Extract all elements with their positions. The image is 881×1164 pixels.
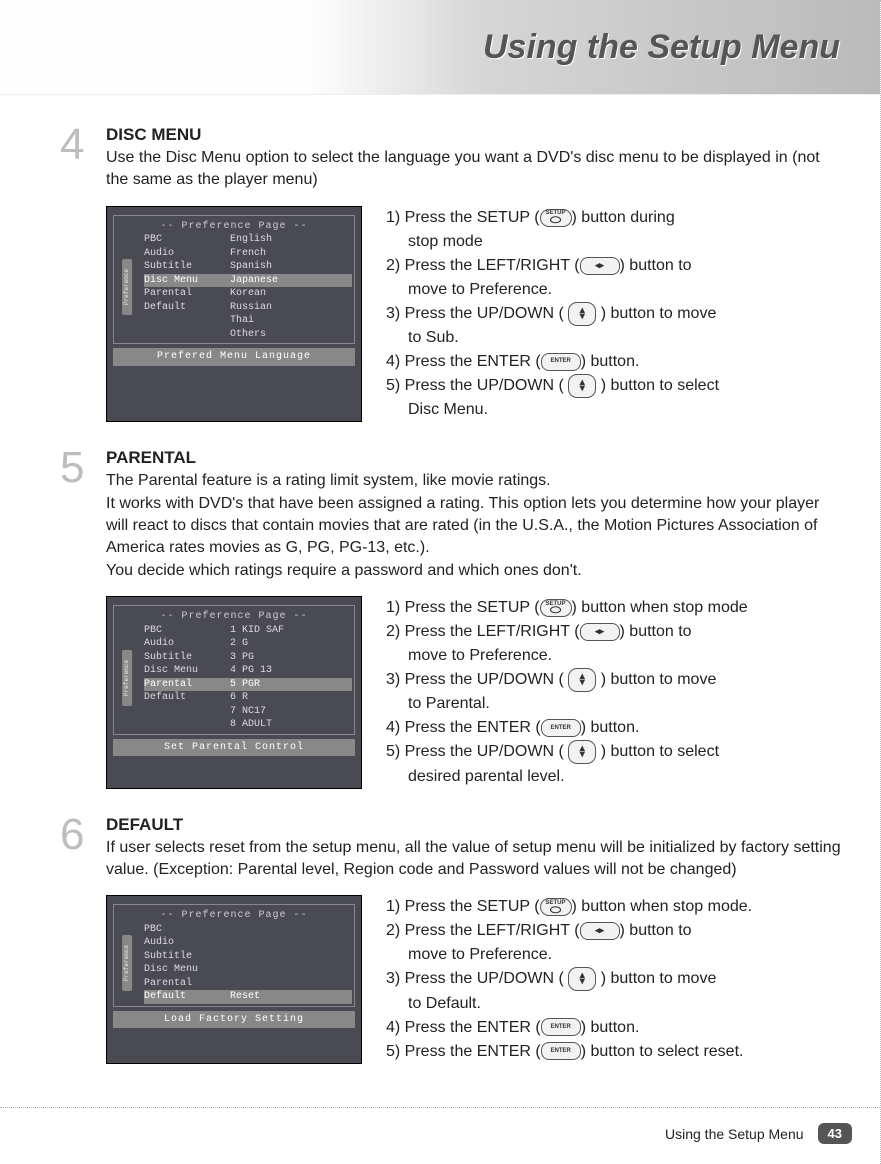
enter-button-icon [541,719,581,737]
setup-button-icon: ⬭ [540,599,572,617]
section-title: PARENTAL [106,448,844,468]
instruction-steps: 1) Press the SETUP (⬭) button when stop … [386,895,752,1063]
osd-header: -- Preference Page -- [116,610,352,624]
page-number: 43 [818,1123,852,1144]
header-bar: Using the Setup Menu [0,0,880,95]
section-disc-menu: 4 DISC MENU Use the Disc Menu option to … [60,125,844,430]
up-down-button-icon [568,740,596,764]
divider [0,1107,880,1108]
osd-footer: Prefered Menu Language [113,348,355,366]
setup-button-icon: ⬭ [540,898,572,916]
setup-button-icon: ⬭ [540,209,572,227]
osd-screenshot: -- Preference Page -- Preference PBC Aud… [106,895,362,1063]
osd-menu: PBC1 KID SAF Audio2 G Subtitle3 PG Disc … [138,624,352,732]
section-title: DEFAULT [106,815,844,835]
page-footer: Using the Setup Menu 43 [665,1123,852,1144]
up-down-button-icon [568,302,596,326]
section-parental: 5 PARENTAL The Parental feature is a rat… [60,448,844,796]
osd-footer: Load Factory Setting [113,1011,355,1029]
page: Using the Setup Menu 4 DISC MENU Use the… [0,0,881,1164]
step-number: 5 [60,448,106,796]
section-desc: The Parental feature is a rating limit s… [106,470,844,582]
osd-footer: Set Parental Control [113,739,355,757]
instruction-steps: 1) Press the SETUP (⬭) button during sto… [386,206,719,422]
left-right-button-icon [580,623,620,641]
osd-tab: Preference [122,650,132,706]
osd-tab: Preference [122,259,132,315]
up-down-button-icon [568,374,596,398]
section-default: 6 DEFAULT If user selects reset from the… [60,815,844,1072]
left-right-button-icon [580,922,620,940]
section-title: DISC MENU [106,125,844,145]
osd-header: -- Preference Page -- [116,909,352,923]
section-desc: Use the Disc Menu option to select the l… [106,147,844,192]
instruction-steps: 1) Press the SETUP (⬭) button when stop … [386,596,748,788]
step-number: 6 [60,815,106,1072]
enter-button-icon [541,353,581,371]
osd-menu: PBC Audio Subtitle Disc Menu Parental De… [138,923,352,1004]
footer-text: Using the Setup Menu [665,1126,804,1142]
left-right-button-icon [580,257,620,275]
page-title: Using the Setup Menu [483,28,840,67]
osd-header: -- Preference Page -- [116,220,352,234]
section-desc: If user selects reset from the setup men… [106,837,844,882]
osd-screenshot: -- Preference Page -- Preference PBCEngl… [106,206,362,422]
osd-screenshot: -- Preference Page -- Preference PBC1 KI… [106,596,362,788]
up-down-button-icon [568,967,596,991]
content-area: 4 DISC MENU Use the Disc Menu option to … [0,95,880,1072]
up-down-button-icon [568,668,596,692]
enter-button-icon [541,1018,581,1036]
osd-menu: PBCEnglish AudioFrench SubtitleSpanish D… [138,233,352,341]
enter-button-icon [541,1042,581,1060]
step-number: 4 [60,125,106,430]
osd-tab: Preference [122,935,132,991]
